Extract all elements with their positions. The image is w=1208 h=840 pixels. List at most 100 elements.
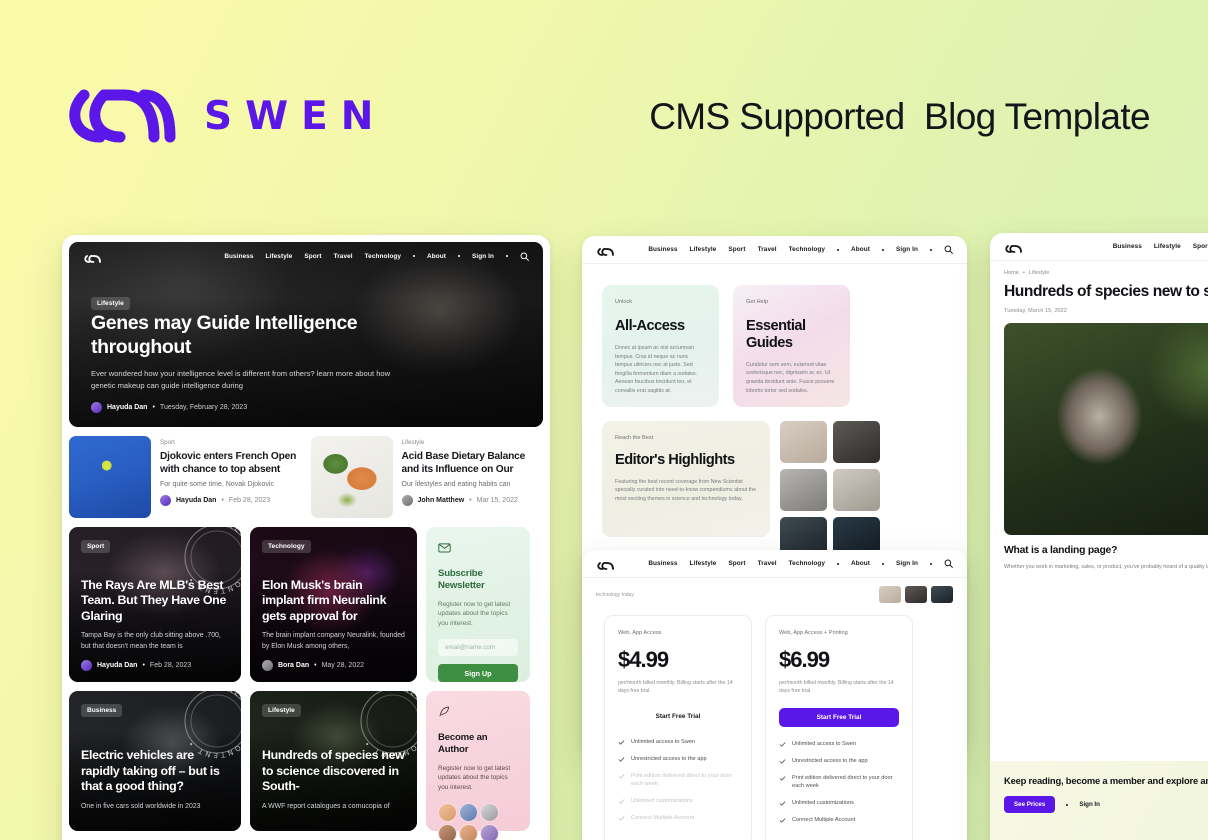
nav-item-sport[interactable]: Sport: [1193, 243, 1208, 250]
feature-card[interactable]: Lifestyle PREMIUM • CONTENT • Hundreds o…: [250, 691, 417, 831]
check-icon: [618, 757, 625, 762]
nav-items[interactable]: Business Lifestyle Sport Travel: [1113, 243, 1208, 250]
pricing-page-preview[interactable]: Business Lifestyle Sport Travel Technolo…: [582, 550, 967, 840]
guide-title: Essential Guides: [746, 318, 806, 351]
plan-name: Web, App Access + Printing: [779, 630, 848, 636]
feature-category-tag[interactable]: Business: [81, 704, 123, 717]
nav-item-travel[interactable]: Travel: [334, 253, 353, 260]
feature-card[interactable]: Business PREMIUM • CONTENT • Electric ve…: [69, 691, 241, 831]
guide-card-essential-guides[interactable]: Get Help Essential Guides Curabitur sem …: [733, 285, 850, 407]
guide-card-all-access[interactable]: Unlock All-Access Donec at ipsum ac nisl…: [602, 285, 719, 407]
article-text: Lifestyle Acid Base Dietary Balance and …: [401, 436, 544, 518]
feature-card[interactable]: Technology Elon Musk's brain implant fir…: [250, 527, 417, 682]
feature-title[interactable]: The Rays Are MLB's Best Team. But They H…: [81, 578, 229, 625]
nav-item-about[interactable]: About: [851, 560, 870, 567]
hero-category-tag[interactable]: Lifestyle: [91, 297, 130, 310]
nav-item-business[interactable]: Business: [648, 246, 677, 253]
list-item[interactable]: Sport Djokovic enters French Open with c…: [69, 436, 302, 518]
search-icon[interactable]: [944, 559, 953, 568]
nav-item-technology[interactable]: Technology: [789, 560, 825, 567]
site-nav-dark[interactable]: Business Lifestyle Sport Travel Technolo…: [69, 242, 543, 270]
newsletter-signup-button[interactable]: Sign Up: [438, 664, 518, 683]
pricing-card-basic[interactable]: Web, App Access $4.99 per/month billed m…: [604, 615, 752, 840]
article-title[interactable]: Djokovic enters French Open with chance …: [160, 450, 302, 476]
article-category[interactable]: Lifestyle: [402, 439, 544, 446]
feature-byline: Hayuda Dan • Feb 28, 2023: [81, 660, 229, 671]
nav-item-sport[interactable]: Sport: [728, 560, 745, 567]
nav-item-technology[interactable]: Technology: [789, 246, 825, 253]
nav-item-travel[interactable]: Travel: [758, 246, 777, 253]
nav-items[interactable]: Business Lifestyle Sport Travel Technolo…: [648, 245, 953, 254]
search-icon[interactable]: [520, 252, 529, 261]
grid-image: [780, 421, 827, 463]
avatar: [91, 402, 102, 413]
nav-item-business[interactable]: Business: [224, 253, 253, 260]
search-icon[interactable]: [944, 245, 953, 254]
plan-feature: Unlimited access to Swen: [618, 738, 738, 746]
blog-home-preview[interactable]: Business Lifestyle Sport Travel Technolo…: [62, 235, 550, 840]
nav-item-lifestyle[interactable]: Lifestyle: [1154, 243, 1181, 250]
site-nav-light[interactable]: Business Lifestyle Sport Travel Technolo…: [582, 236, 967, 264]
feature-title[interactable]: Electric vehicles are rapidly taking off…: [81, 748, 229, 795]
plan-price: $6.99: [779, 647, 830, 672]
newsletter-email-input[interactable]: email@name.com: [438, 639, 518, 657]
hero-title[interactable]: Genes may Guide Intelligence throughout: [91, 312, 391, 360]
article-page-preview[interactable]: Business Lifestyle Sport Travel Home • L…: [990, 233, 1208, 840]
site-nav-light[interactable]: Business Lifestyle Sport Travel: [990, 233, 1208, 261]
nav-item-technology[interactable]: Technology: [365, 253, 401, 260]
feature-card[interactable]: Sport PREMIUM • CONTENT • The Rays Are M…: [69, 527, 241, 682]
nav-item-about[interactable]: About: [427, 253, 446, 260]
nav-item-sign-in[interactable]: Sign In: [472, 253, 494, 260]
start-free-trial-button[interactable]: Start Free Trial: [779, 707, 899, 727]
become-author-card[interactable]: Become an Author Register now to get lat…: [426, 691, 530, 840]
feature-category-tag[interactable]: Sport: [81, 540, 111, 553]
feature-title[interactable]: Elon Musk's brain implant firm Neuralink…: [262, 578, 405, 625]
feature-title[interactable]: Hundreds of species new to science disco…: [262, 748, 405, 795]
feature-category-tag[interactable]: Lifestyle: [262, 704, 301, 717]
pricing-card-premium[interactable]: Web, App Access + Printing $6.99 per/mon…: [765, 615, 913, 840]
nav-items[interactable]: Business Lifestyle Sport Travel Technolo…: [648, 559, 953, 568]
nav-item-lifestyle[interactable]: Lifestyle: [266, 253, 293, 260]
breadcrumb[interactable]: Home • Lifestyle: [1004, 270, 1208, 276]
nav-separator-dot: [506, 255, 508, 257]
publish-date: Feb 28, 2023: [149, 662, 192, 669]
feather-pen-icon: [438, 705, 451, 718]
newsletter-signup-card[interactable]: Subscribe Newsletter Register now to get…: [426, 527, 530, 683]
nav-item-business[interactable]: Business: [1113, 243, 1142, 250]
nav-item-lifestyle[interactable]: Lifestyle: [690, 560, 717, 567]
nav-item-about[interactable]: About: [851, 246, 870, 253]
hero-excerpt: Ever wondered how your intelligence leve…: [91, 369, 391, 391]
article-category[interactable]: Sport: [160, 439, 302, 446]
newsletter-body: Register now to get latest updates about…: [438, 600, 511, 628]
article-title[interactable]: Acid Base Dietary Balance and its Influe…: [402, 450, 544, 476]
guides-body: Unlock All-Access Donec at ipsum ac nisl…: [582, 264, 967, 559]
breadcrumb-lifestyle[interactable]: Lifestyle: [1029, 270, 1050, 276]
list-item[interactable]: Lifestyle Acid Base Dietary Balance and …: [310, 436, 544, 518]
sign-in-link[interactable]: Sign In: [1079, 801, 1100, 808]
feature-category-tag[interactable]: Technology: [262, 540, 311, 553]
see-prices-button[interactable]: See Prices: [1004, 796, 1056, 813]
breadcrumb-home[interactable]: Home: [1004, 270, 1019, 276]
feature-row-2: Business PREMIUM • CONTENT • Electric ve…: [69, 691, 543, 840]
check-icon: [618, 774, 625, 779]
nav-item-lifestyle[interactable]: Lifestyle: [690, 246, 717, 253]
start-free-trial-button[interactable]: Start Free Trial: [618, 708, 738, 725]
guide-label: Get Help: [746, 299, 769, 305]
plan-feature-label: Connect Multiple Account: [631, 815, 695, 822]
nav-item-sign-in[interactable]: Sign In: [896, 560, 918, 567]
check-icon: [618, 799, 625, 804]
nav-item-sport[interactable]: Sport: [728, 246, 745, 253]
template-showcase: Business Lifestyle Sport Travel Technolo…: [0, 225, 1208, 840]
nav-items[interactable]: Business Lifestyle Sport Travel Technolo…: [224, 252, 529, 261]
grid-image: [905, 586, 927, 603]
nav-item-sport[interactable]: Sport: [304, 253, 321, 260]
plan-price: $4.99: [618, 647, 669, 672]
site-nav-light[interactable]: Business Lifestyle Sport Travel Technolo…: [582, 550, 967, 578]
newsletter-title: Subscribe Newsletter: [438, 568, 485, 592]
editor-highlights-card[interactable]: Reach the Best Editor's Highlights Featu…: [602, 421, 770, 537]
nav-item-travel[interactable]: Travel: [758, 560, 777, 567]
plan-feature-label: Print edition delivered direct to your d…: [631, 772, 732, 787]
nav-item-business[interactable]: Business: [648, 560, 677, 567]
page-title: Hundreds of species new to science disco…: [1004, 283, 1208, 300]
nav-item-sign-in[interactable]: Sign In: [896, 246, 918, 253]
